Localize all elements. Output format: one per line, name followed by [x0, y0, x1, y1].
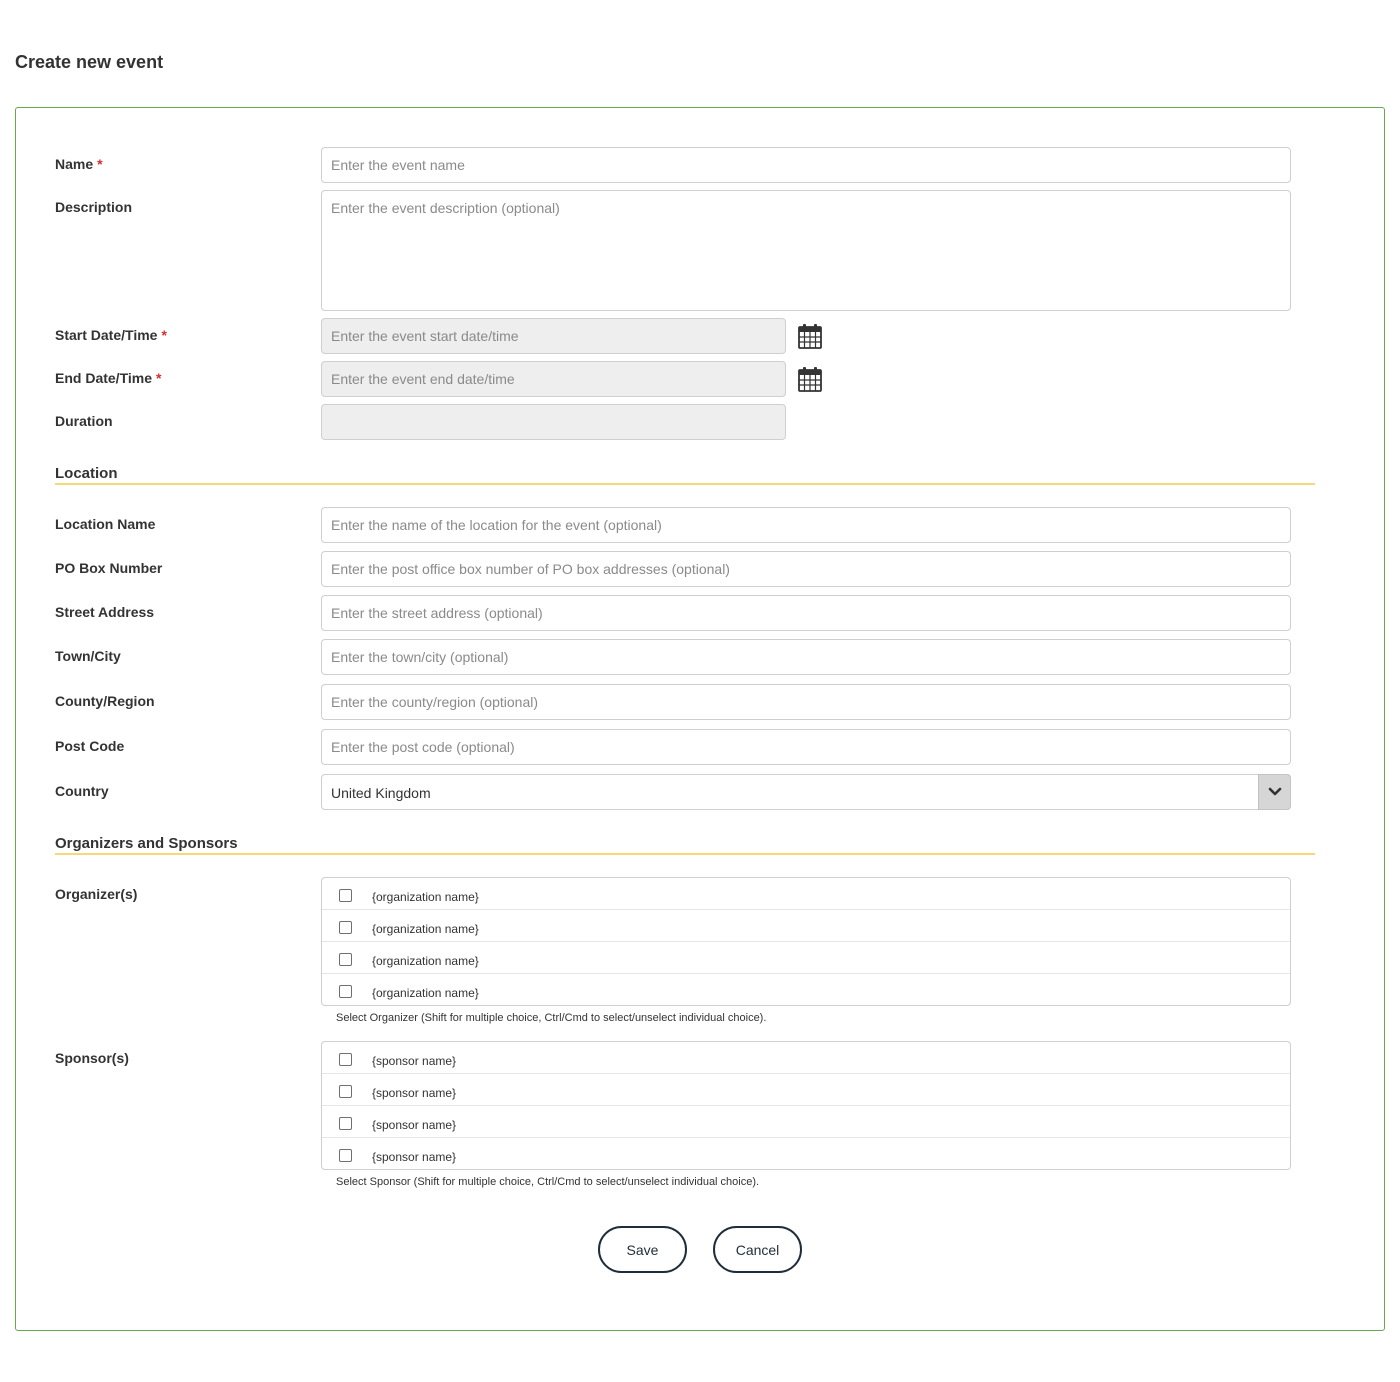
checkbox[interactable] [339, 921, 352, 934]
street-address-row: Street Address [55, 595, 1315, 631]
organizers-row: Organizer(s) {organization name} {organi… [55, 877, 1315, 1007]
checkbox[interactable] [339, 1149, 352, 1162]
name-row: Name * [55, 147, 1315, 183]
cancel-button[interactable]: Cancel [713, 1226, 802, 1273]
post-code-input[interactable] [321, 729, 1291, 765]
county-region-row: County/Region [55, 684, 1315, 720]
country-label: Country [55, 783, 109, 799]
sponsors-checklist: {sponsor name} {sponsor name} {sponsor n… [321, 1041, 1291, 1170]
county-region-label: County/Region [55, 693, 155, 709]
checkbox[interactable] [339, 1085, 352, 1098]
sponsors-row: Sponsor(s) {sponsor name} {sponsor name}… [55, 1041, 1315, 1171]
checkbox[interactable] [339, 889, 352, 902]
town-city-row: Town/City [55, 639, 1315, 675]
checkbox[interactable] [339, 985, 352, 998]
town-city-input[interactable] [321, 639, 1291, 675]
street-address-input[interactable] [321, 595, 1291, 631]
sponsors-label: Sponsor(s) [55, 1050, 129, 1066]
event-name-input[interactable] [321, 147, 1291, 183]
end-datetime-control [321, 361, 831, 397]
event-description-input[interactable] [321, 190, 1291, 311]
required-marker: * [156, 370, 162, 386]
start-datetime-input[interactable] [321, 318, 786, 354]
calendar-icon[interactable] [798, 323, 822, 349]
checkbox[interactable] [339, 1053, 352, 1066]
list-item[interactable]: {organization name} [322, 910, 1290, 942]
county-region-input[interactable] [321, 684, 1291, 720]
list-item[interactable]: {sponsor name} [322, 1074, 1290, 1106]
chevron-down-icon[interactable] [1258, 774, 1291, 810]
save-button[interactable]: Save [598, 1226, 687, 1273]
po-box-label: PO Box Number [55, 560, 163, 576]
page-title: Create new event [15, 52, 164, 72]
location-section-heading: Location [55, 465, 1315, 485]
country-row: Country United Kingdom [55, 774, 1315, 810]
description-row: Description [55, 190, 1315, 311]
location-name-row: Location Name [55, 507, 1315, 543]
town-city-label: Town/City [55, 648, 121, 664]
start-datetime-label: Start Date/Time * [55, 327, 167, 343]
organizers-label: Organizer(s) [55, 886, 138, 902]
po-box-input[interactable] [321, 551, 1291, 587]
sponsors-help-text: Select Sponsor (Shift for multiple choic… [336, 1176, 760, 1188]
checkbox[interactable] [339, 1117, 352, 1130]
start-datetime-control [321, 318, 831, 354]
duration-input[interactable] [321, 404, 786, 440]
location-name-label: Location Name [55, 516, 156, 532]
required-marker: * [161, 327, 167, 343]
post-code-label: Post Code [55, 738, 125, 754]
po-box-row: PO Box Number [55, 551, 1315, 587]
post-code-row: Post Code [55, 729, 1315, 765]
list-item[interactable]: {sponsor name} [322, 1042, 1290, 1074]
duration-row: Duration [55, 404, 1315, 440]
list-item[interactable]: {sponsor name} [322, 1106, 1290, 1138]
description-label: Description [55, 199, 133, 215]
list-item[interactable]: {organization name} [322, 942, 1290, 974]
end-datetime-label: End Date/Time * [55, 370, 162, 386]
list-item[interactable]: {organization name} [322, 878, 1290, 910]
checkbox[interactable] [339, 953, 352, 966]
organizers-help-text: Select Organizer (Shift for multiple cho… [336, 1012, 767, 1024]
location-name-input[interactable] [321, 507, 1291, 543]
list-item[interactable]: {organization name} [322, 974, 1290, 1005]
organizers-checklist: {organization name} {organization name} … [321, 877, 1291, 1006]
street-address-label: Street Address [55, 604, 155, 620]
list-item[interactable]: {sponsor name} [322, 1138, 1290, 1169]
end-datetime-input[interactable] [321, 361, 786, 397]
required-marker: * [97, 156, 103, 172]
name-label: Name * [55, 156, 103, 172]
duration-label: Duration [55, 413, 113, 429]
country-selected-value: United Kingdom [331, 785, 431, 801]
organizers-sponsors-section-heading: Organizers and Sponsors [55, 835, 1315, 855]
end-datetime-row: End Date/Time * [55, 361, 1315, 397]
start-datetime-row: Start Date/Time * [55, 318, 1315, 354]
country-select[interactable]: United Kingdom [321, 774, 1291, 810]
calendar-icon[interactable] [798, 366, 822, 392]
